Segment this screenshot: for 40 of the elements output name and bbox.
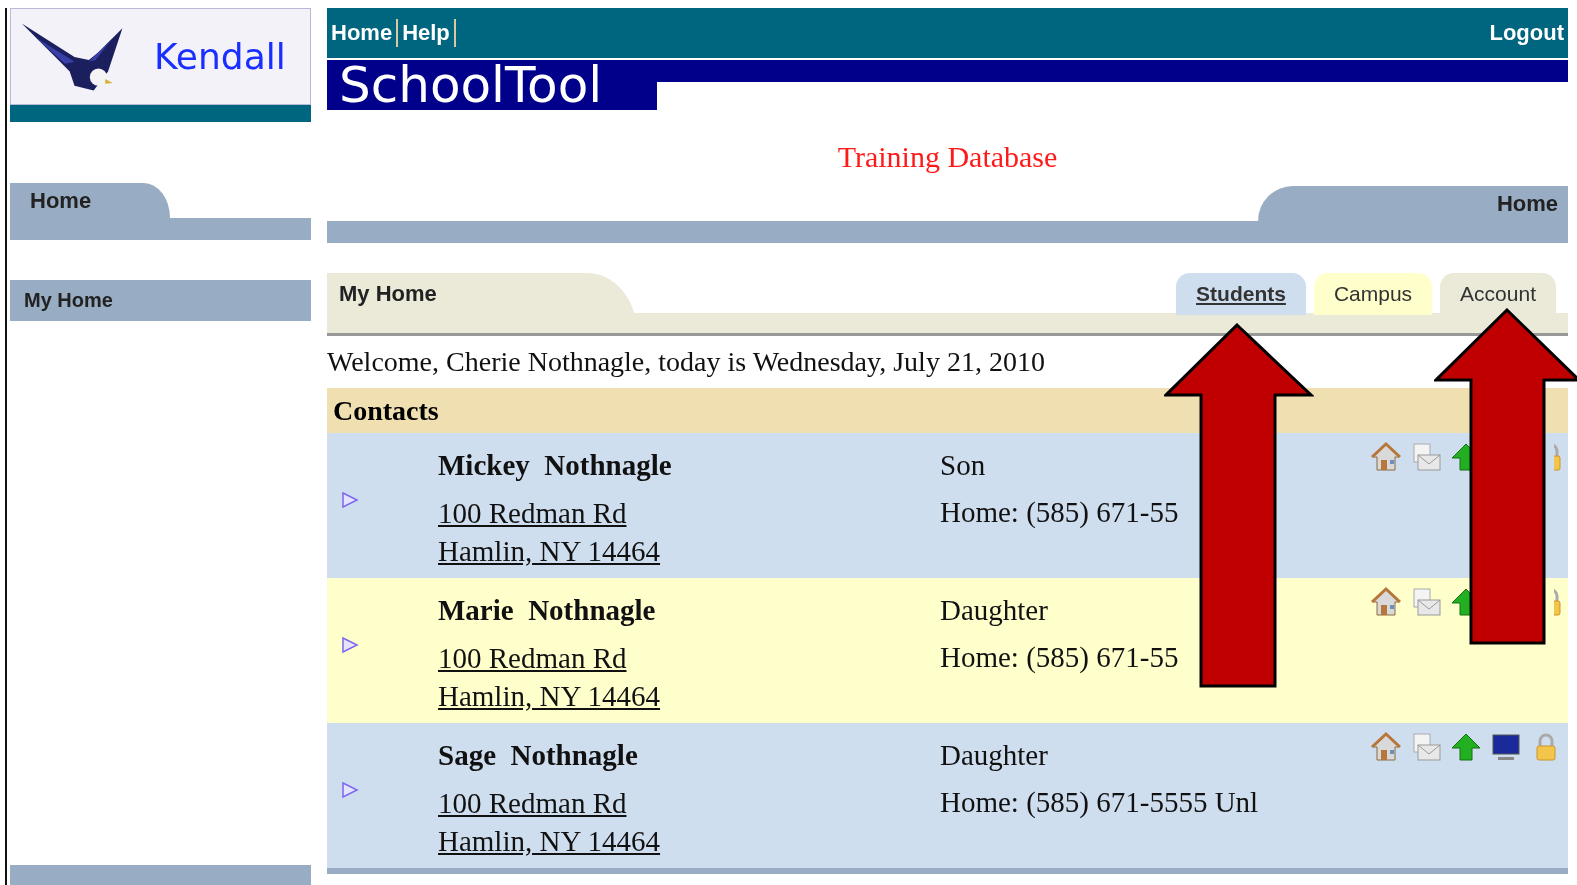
welcome-text: Welcome, Cherie Nothnagle, today is Wednesday, July 21, 2010 xyxy=(327,346,1046,379)
mail-icon[interactable] xyxy=(1410,441,1442,473)
mail-icon[interactable] xyxy=(1410,731,1442,763)
expand-icon[interactable] xyxy=(341,781,359,799)
tab[interactable]: Campus xyxy=(1313,273,1433,315)
main-tab[interactable]: Home xyxy=(1258,186,1568,221)
tab[interactable]: Account xyxy=(1440,273,1556,315)
address-link[interactable]: Hamlin, NY 14464 xyxy=(438,532,940,570)
up-arrow-icon[interactable] xyxy=(1450,441,1470,473)
phone-number: Home: (585) 671-5555 Unl xyxy=(940,786,1259,819)
relationship: Daughter xyxy=(940,594,1049,627)
expand-icon[interactable] xyxy=(341,636,359,654)
school-name: Kendall xyxy=(154,36,286,77)
sidebar-tab[interactable]: Home xyxy=(10,183,170,218)
relationship: Son xyxy=(940,449,987,482)
home-icon[interactable] xyxy=(1370,441,1402,473)
up-arrow-icon[interactable] xyxy=(1450,731,1482,763)
address-link[interactable]: Hamlin, NY 14464 xyxy=(438,677,940,715)
monitor-icon[interactable] xyxy=(1490,731,1522,763)
tab[interactable]: Students xyxy=(1176,273,1306,315)
relationship: Daughter xyxy=(940,739,1049,772)
up-arrow-icon[interactable] xyxy=(1450,586,1470,618)
address-link[interactable]: 100 Redman Rd xyxy=(438,494,940,532)
nav-link[interactable]: Help xyxy=(402,20,450,46)
contact-name: Mickey Nothnagle xyxy=(438,449,673,482)
home-icon[interactable] xyxy=(1370,731,1402,763)
expand-icon[interactable] xyxy=(341,491,359,509)
address-link[interactable]: Hamlin, NY 14464 xyxy=(438,822,940,860)
address-link[interactable]: 100 Redman Rd xyxy=(438,784,940,822)
home-icon[interactable] xyxy=(1370,586,1402,618)
address-link[interactable]: 100 Redman Rd xyxy=(438,639,940,677)
mail-icon[interactable] xyxy=(1410,586,1442,618)
nav-link[interactable]: Home xyxy=(331,20,393,46)
database-label: Training Database xyxy=(836,140,1059,175)
contact-name: Marie Nothnagle xyxy=(438,594,657,627)
contact-name: Sage Nothnagle xyxy=(438,739,639,772)
phone-number: Home: (585) 671-55 xyxy=(940,496,1179,529)
logout-link[interactable]: Logout xyxy=(1489,20,1564,46)
phone-number: Home: (585) 671-55 xyxy=(940,641,1179,674)
sidebar-item[interactable]: My Home xyxy=(10,280,311,321)
